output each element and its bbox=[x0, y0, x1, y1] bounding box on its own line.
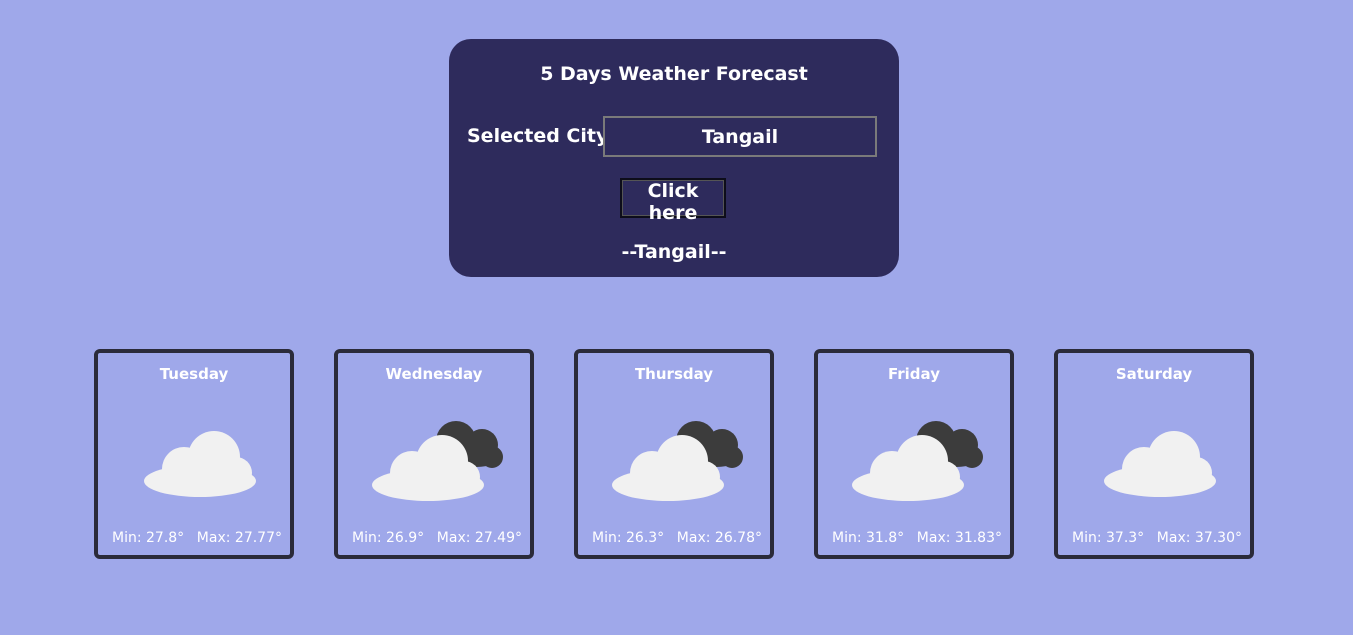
temp-max: Max: 31.83° bbox=[916, 530, 1002, 546]
temp-min: Min: 31.8° bbox=[832, 530, 905, 546]
cloudy-icon bbox=[852, 421, 983, 501]
submit-button[interactable]: Click here bbox=[620, 178, 726, 224]
day-card: Tuesday Min: 27.8° Max: 27.77° bbox=[94, 349, 294, 559]
temp-min: Min: 26.9° bbox=[352, 530, 425, 546]
temp-min: Min: 27.8° bbox=[112, 530, 185, 546]
day-name: Saturday bbox=[1115, 365, 1193, 383]
temp-max: Max: 37.30° bbox=[1156, 530, 1242, 546]
day-card: Saturday Min: 37.3° Max: 37.30° bbox=[1054, 349, 1254, 559]
cloudy-icon bbox=[372, 421, 503, 501]
day-card: Thursday Min: 26.3° Max: 26.78° bbox=[574, 349, 774, 559]
temp-max: Max: 27.77° bbox=[196, 530, 282, 546]
cloud-icon bbox=[144, 431, 256, 497]
cloud-icon bbox=[1104, 431, 1216, 497]
selected-city-display: --Tangail-- bbox=[621, 241, 727, 263]
temp-min: Min: 26.3° bbox=[592, 530, 665, 546]
temp-min: Min: 37.3° bbox=[1072, 530, 1145, 546]
day-name: Wednesday bbox=[385, 365, 483, 383]
temp-max: Max: 27.49° bbox=[436, 530, 522, 546]
cloudy-icon bbox=[612, 421, 743, 501]
page-title: 5 Days Weather Forecast bbox=[540, 63, 808, 85]
day-name: Thursday bbox=[634, 365, 714, 383]
city-label: Selected City: bbox=[467, 125, 616, 147]
forecast-panel: 5 Days Weather Forecast Selected City: C… bbox=[449, 39, 899, 277]
city-input[interactable] bbox=[603, 116, 877, 157]
day-card: Friday Min: 31.8° Max: 31.83° bbox=[814, 349, 1014, 559]
day-name: Friday bbox=[887, 365, 940, 383]
day-card: Wednesday Min: 26.9° Max: 27.49° bbox=[334, 349, 534, 559]
day-name: Tuesday bbox=[159, 365, 229, 383]
temp-max: Max: 26.78° bbox=[676, 530, 762, 546]
